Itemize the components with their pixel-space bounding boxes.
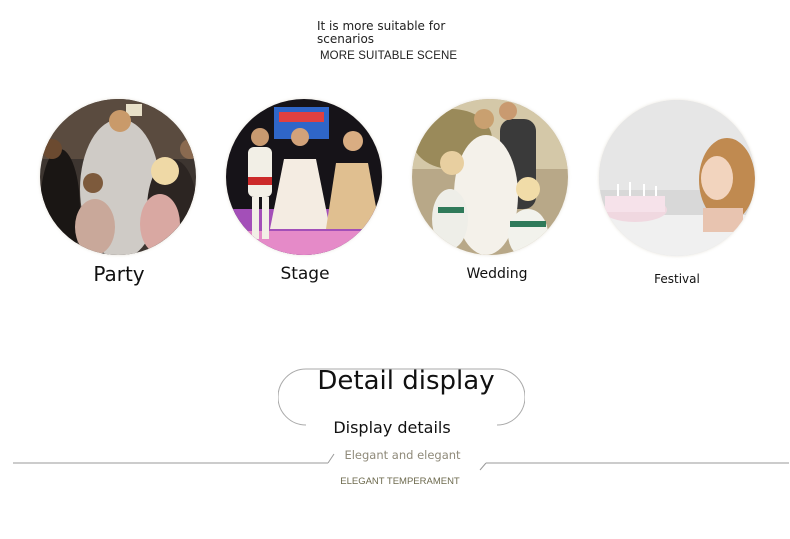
scene-heading: It is more suitable for scenarios: [317, 19, 446, 46]
detail-subtitle: Display details: [333, 418, 451, 437]
detail-caption: ELEGANT TEMPERAMENT: [340, 476, 460, 487]
scene-label-party: Party: [93, 262, 145, 286]
scene-label-wedding: Wedding: [466, 266, 528, 282]
wedding-photo: [412, 99, 568, 255]
festival-photo: [599, 100, 755, 256]
party-photo: [40, 99, 196, 255]
scene-label-festival: Festival: [654, 272, 700, 286]
stage-photo: [226, 99, 382, 255]
scene-label-stage: Stage: [280, 264, 330, 284]
scene-subheading: MORE SUITABLE SCENE: [320, 50, 458, 62]
detail-title: Detail display: [317, 366, 495, 396]
detail-tagline: Elegant and elegant: [344, 448, 461, 462]
